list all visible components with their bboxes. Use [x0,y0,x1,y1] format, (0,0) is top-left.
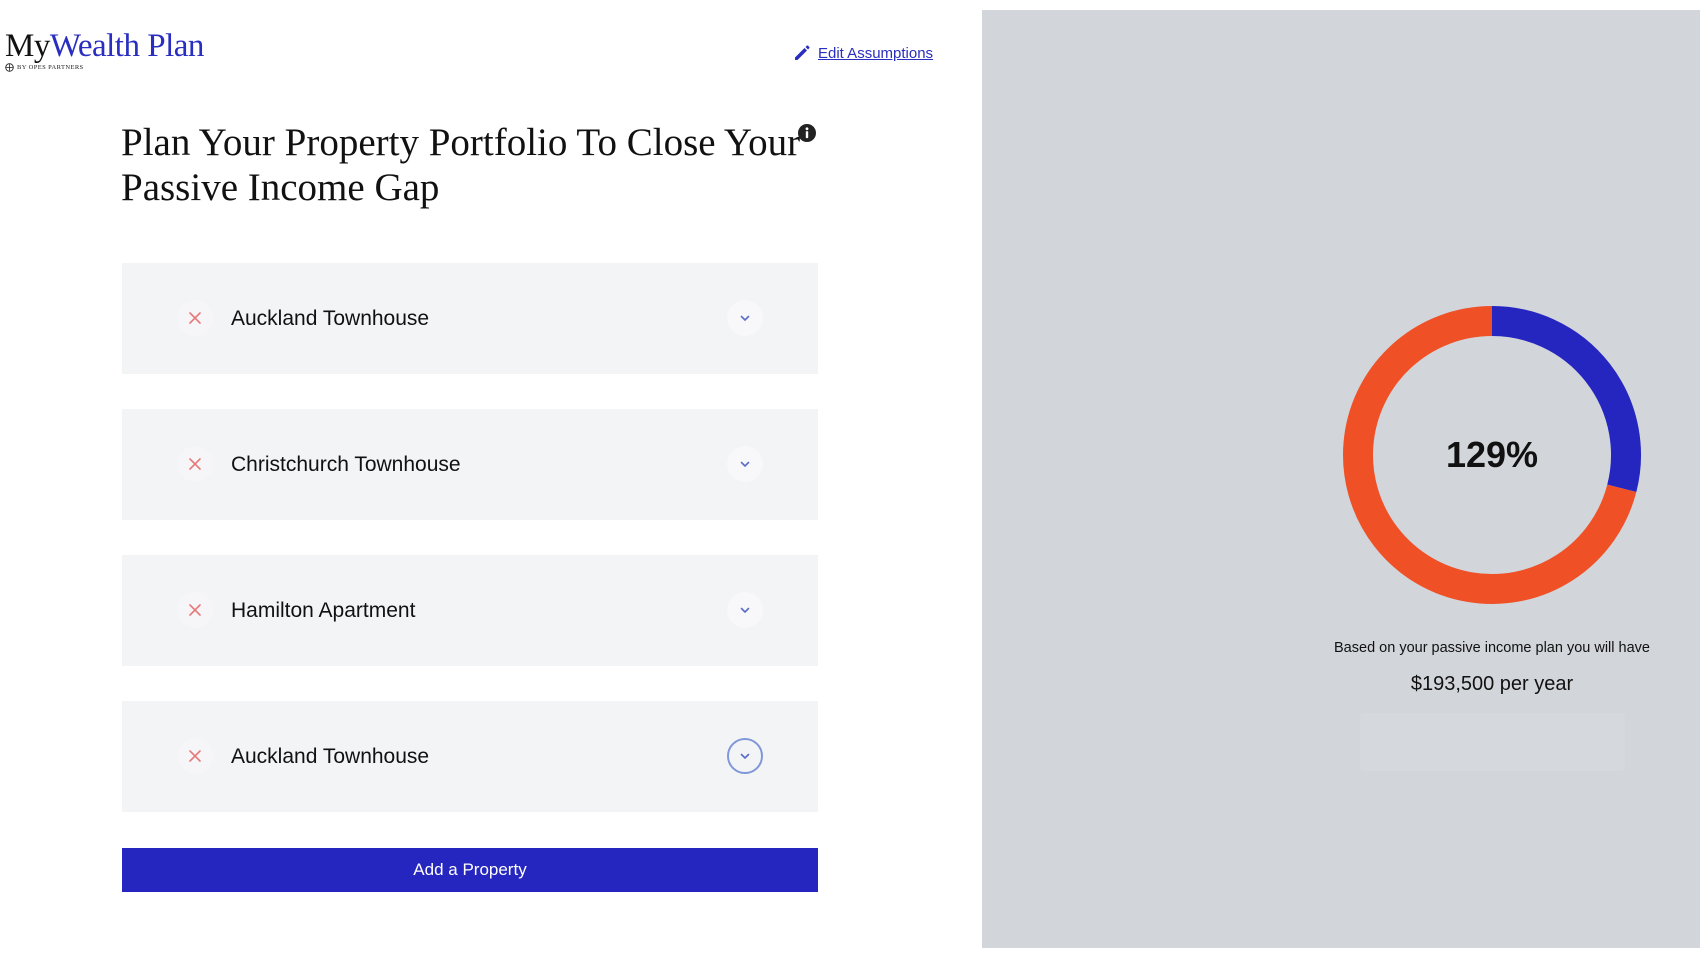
planner-panel: MyWealth Plan BY OPES PARTNERS Edit Assu… [0,0,982,957]
property-name: Auckland Townhouse [231,306,430,330]
placeholder-block [1360,713,1625,771]
chevron-down-icon [740,461,750,467]
property-card: Auckland Townhouse [122,263,818,374]
property-name: Christchurch Townhouse [231,452,461,476]
add-property-button[interactable]: Add a Property [122,848,818,892]
donut-slice-0 [1491,306,1641,493]
expand-property-button[interactable] [727,592,763,628]
logo-wordmark: MyWealth Plan [5,28,204,64]
expand-property-button[interactable] [727,738,763,774]
remove-property-button[interactable] [177,738,213,774]
property-name: Auckland Townhouse [231,744,430,768]
info-icon[interactable] [797,123,817,143]
expand-property-button[interactable] [727,300,763,336]
chevron-down-icon [740,753,750,759]
close-icon [189,312,201,324]
pencil-icon [795,45,810,60]
page-title: Plan Your Property Portfolio To Close Yo… [121,121,801,209]
property-name: Hamilton Apartment [231,598,416,622]
edit-assumptions-link[interactable]: Edit Assumptions [792,43,933,63]
opes-emblem-icon [5,63,14,72]
income-amount: $193,500 per year [1410,673,1574,695]
expand-property-button[interactable] [727,446,763,482]
logo-tagline: BY OPES PARTNERS [5,63,204,72]
property-card: Hamilton Apartment [122,555,818,666]
close-icon [189,458,201,470]
property-card: Auckland Townhouse [122,701,818,812]
chevron-down-icon [740,315,750,321]
chevron-down-icon [740,607,750,613]
close-icon [189,604,201,616]
property-card: Christchurch Townhouse [122,409,818,520]
edit-assumptions-label: Edit Assumptions [818,44,934,62]
remove-property-button[interactable] [177,592,213,628]
remove-property-button[interactable] [177,300,213,336]
logo: MyWealth Plan BY OPES PARTNERS [5,28,204,72]
close-icon [189,750,201,762]
income-donut-chart [1343,306,1641,604]
remove-property-button[interactable] [177,446,213,482]
results-panel: 129% Based on your passive income plan y… [982,10,1700,948]
income-caption: Based on your passive income plan you wi… [1334,640,1650,656]
